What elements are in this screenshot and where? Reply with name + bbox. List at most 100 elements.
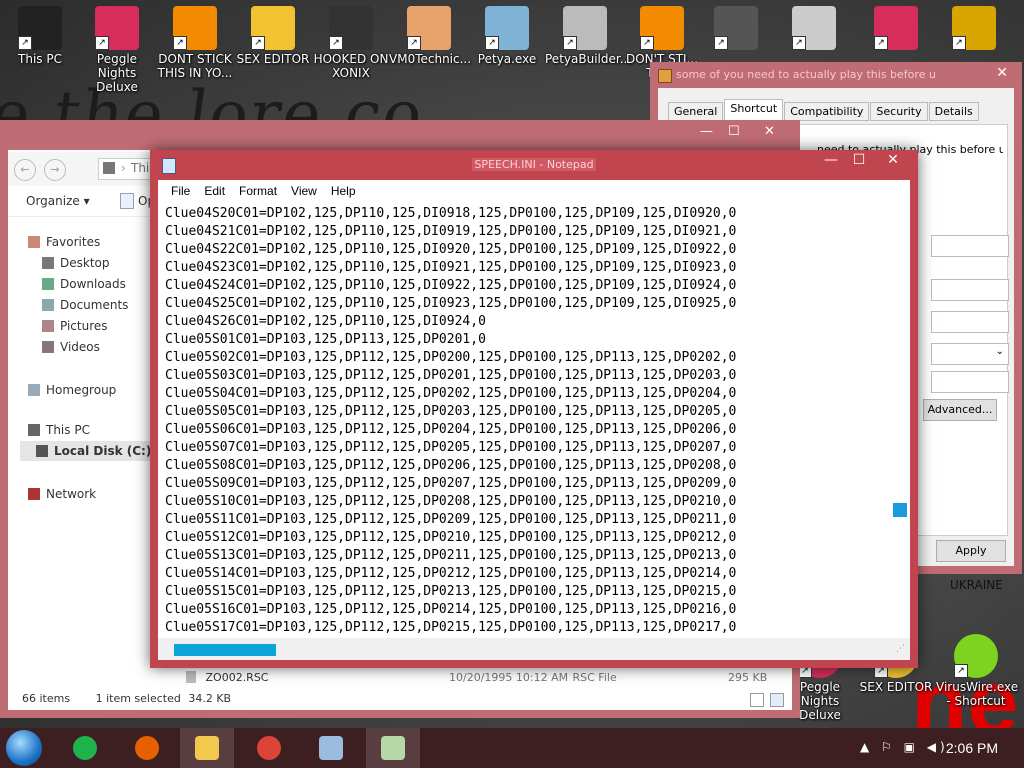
menu-view[interactable]: View bbox=[284, 180, 324, 202]
desktop-shortcut[interactable]: ↗ VM0Technic... bbox=[389, 0, 471, 66]
desktop-shortcut-label: SEX EDITOR bbox=[236, 52, 310, 66]
sidebar-item-this-pc[interactable]: This PC bbox=[28, 420, 90, 440]
tab-shortcut[interactable]: Shortcut bbox=[724, 99, 784, 121]
back-arrow-icon[interactable]: ← bbox=[14, 159, 36, 181]
editor-text[interactable]: Clue04S20C01=DP102,125,DP110,125,DI0918,… bbox=[158, 202, 910, 637]
drive-icon bbox=[36, 445, 48, 457]
taskbar-file-explorer[interactable] bbox=[180, 728, 234, 768]
menu-format[interactable]: Format bbox=[232, 180, 284, 202]
sidebar-item-videos[interactable]: Videos bbox=[42, 337, 100, 357]
desktop-shortcut[interactable]: ↗ Peggle Nights Deluxe bbox=[77, 0, 157, 94]
forward-arrow-icon[interactable]: → bbox=[44, 159, 66, 181]
properties-titlebar[interactable]: some of you need to actually play this b… bbox=[650, 62, 1022, 88]
properties-title: some of you need to actually play this b… bbox=[676, 68, 936, 81]
text-line: Clue04S26C01=DP102,125,DP110,125,DI0924,… bbox=[165, 314, 486, 329]
sidebar-item-label: This PC bbox=[46, 423, 90, 437]
chevron-down-icon: ⌄ bbox=[995, 346, 1004, 357]
explorer-minimize-button[interactable]: — bbox=[700, 124, 713, 139]
start-button[interactable] bbox=[6, 730, 42, 766]
desktop-shortcut[interactable]: ↗ DONT STICK THIS IN YO... bbox=[155, 0, 235, 80]
resize-grip-icon[interactable]: ⋰ bbox=[896, 644, 908, 656]
target-field[interactable] bbox=[931, 235, 1009, 257]
sidebar-item-label: Network bbox=[46, 487, 97, 501]
book-icon: ↗ bbox=[792, 6, 836, 50]
desktop-shortcut[interactable]: ↗ bbox=[774, 0, 854, 52]
shortcut-arrow-icon: ↗ bbox=[95, 36, 109, 50]
minimize-button[interactable]: — bbox=[816, 152, 846, 168]
taskbar-firefox[interactable] bbox=[120, 728, 174, 768]
taskbar-network-tool[interactable] bbox=[304, 728, 358, 768]
desktop-icon bbox=[42, 257, 54, 269]
comment-field[interactable] bbox=[931, 371, 1009, 393]
book-icon: ↗ bbox=[714, 6, 758, 50]
shortcut-arrow-icon: ↗ bbox=[714, 36, 728, 50]
start-in-field[interactable] bbox=[931, 279, 1009, 301]
sidebar-item-local-disk-c[interactable]: Local Disk (C:) bbox=[20, 441, 160, 461]
menu-file[interactable]: File bbox=[164, 180, 197, 202]
desktop-shortcut[interactable]: ↗ VirusWire.exe - Shortcut bbox=[936, 628, 1019, 708]
text-line: Clue05S14C01=DP103,125,DP112,125,DP0212,… bbox=[165, 566, 737, 581]
sidebar-item-documents[interactable]: Documents bbox=[42, 295, 128, 315]
shortcut-key-field[interactable] bbox=[931, 311, 1009, 333]
taskbar-notepad[interactable] bbox=[366, 728, 420, 768]
desktop-shortcut[interactable]: ↗ bbox=[934, 0, 1014, 52]
large-icons-view-icon[interactable] bbox=[770, 693, 784, 707]
file-size: 295 KB bbox=[728, 671, 768, 684]
details-view-icon[interactable] bbox=[750, 693, 764, 707]
desktop-shortcut[interactable]: ↗ HOOKED ON XONIX bbox=[311, 0, 391, 80]
peggle-icon: ↗ bbox=[95, 6, 139, 50]
advanced-button[interactable]: Advanced... bbox=[923, 399, 997, 421]
file-row[interactable]: ZO002.RSC 10/20/1995 10:12 AM RSC File 2… bbox=[186, 668, 786, 688]
sidebar-item-pictures[interactable]: Pictures bbox=[42, 316, 108, 336]
explorer-maximize-button[interactable]: ☐ bbox=[728, 124, 740, 139]
skull-icon: ↗ bbox=[563, 6, 607, 50]
desktop-shortcut[interactable]: ↗ SEX EDITOR bbox=[233, 0, 313, 66]
sidebar-item-favorites[interactable]: Favorites bbox=[28, 232, 100, 252]
shortcut-arrow-icon: ↗ bbox=[640, 36, 654, 50]
properties-close-button[interactable]: ✕ bbox=[996, 65, 1008, 81]
close-button[interactable]: ✕ bbox=[878, 152, 908, 168]
clock[interactable]: 2:06 PM bbox=[946, 740, 998, 756]
system-tray-icons[interactable]: ▲ ⚐ ▣ ◀) bbox=[860, 740, 949, 754]
desktop-shortcut[interactable]: ↗ Petya.exe bbox=[467, 0, 547, 66]
tab-details[interactable]: Details bbox=[928, 102, 979, 121]
tab-general[interactable]: General bbox=[668, 102, 724, 121]
run-select[interactable]: ⌄ bbox=[931, 343, 1009, 365]
shortcut-arrow-icon: ↗ bbox=[18, 36, 32, 50]
scrollbar-thumb[interactable] bbox=[174, 644, 276, 656]
desktop-shortcut[interactable]: ↗ This PC bbox=[0, 0, 80, 66]
desktop-shortcut[interactable]: ↗ bbox=[696, 0, 776, 52]
file-type: RSC File bbox=[572, 671, 617, 684]
text-line: Clue04S25C01=DP102,125,DP110,125,DI0923,… bbox=[165, 296, 737, 311]
shortcut-file-icon bbox=[658, 69, 672, 83]
tab-security[interactable]: Security bbox=[870, 102, 928, 121]
taskbar-green-app[interactable] bbox=[58, 728, 112, 768]
hxd-icon: ↗ bbox=[251, 6, 295, 50]
maximize-button[interactable]: ☐ bbox=[844, 152, 874, 168]
notepad-titlebar[interactable]: SPEECH.INI - Notepad — ☐ ✕ bbox=[150, 150, 918, 180]
apply-button[interactable]: Apply bbox=[936, 540, 1006, 562]
organize-button[interactable]: Organize ▾ bbox=[26, 194, 90, 208]
shortcut-arrow-icon: ↗ bbox=[874, 36, 888, 50]
sidebar-item-downloads[interactable]: Downloads bbox=[42, 274, 126, 294]
text-line: Clue05S06C01=DP103,125,DP112,125,DP0204,… bbox=[165, 422, 737, 437]
text-line: Clue05S02C01=DP103,125,DP112,125,DP0200,… bbox=[165, 350, 737, 365]
sidebar-item-homegroup[interactable]: Homegroup bbox=[28, 380, 116, 400]
explorer-close-button[interactable]: ✕ bbox=[764, 124, 775, 139]
horizontal-scrollbar[interactable]: ⋰ bbox=[158, 638, 910, 660]
shortcut-arrow-icon: ↗ bbox=[251, 36, 265, 50]
sidebar-item-network[interactable]: Network bbox=[28, 484, 96, 504]
desktop-shortcut-label: VirusWire.exe - Shortcut bbox=[936, 680, 1019, 708]
firefox-icon bbox=[135, 736, 159, 760]
taskbar-chrome[interactable] bbox=[242, 728, 296, 768]
desktop-shortcut[interactable]: ↗ PetyaBuilder... bbox=[545, 0, 631, 66]
sidebar-item-desktop[interactable]: Desktop bbox=[42, 253, 110, 273]
text-editor[interactable]: Clue04S20C01=DP102,125,DP110,125,DI0918,… bbox=[158, 202, 910, 638]
menu-help[interactable]: Help bbox=[324, 180, 363, 202]
desktop-shortcut[interactable]: ↗ bbox=[856, 0, 936, 52]
sidebar-item-label: Downloads bbox=[60, 277, 126, 291]
menu-edit[interactable]: Edit bbox=[197, 180, 232, 202]
explorer-titlebar[interactable]: — ☐ ✕ bbox=[0, 120, 800, 150]
tab-compatibility[interactable]: Compatibility bbox=[784, 102, 870, 121]
monitor-icon: ↗ bbox=[18, 6, 62, 50]
